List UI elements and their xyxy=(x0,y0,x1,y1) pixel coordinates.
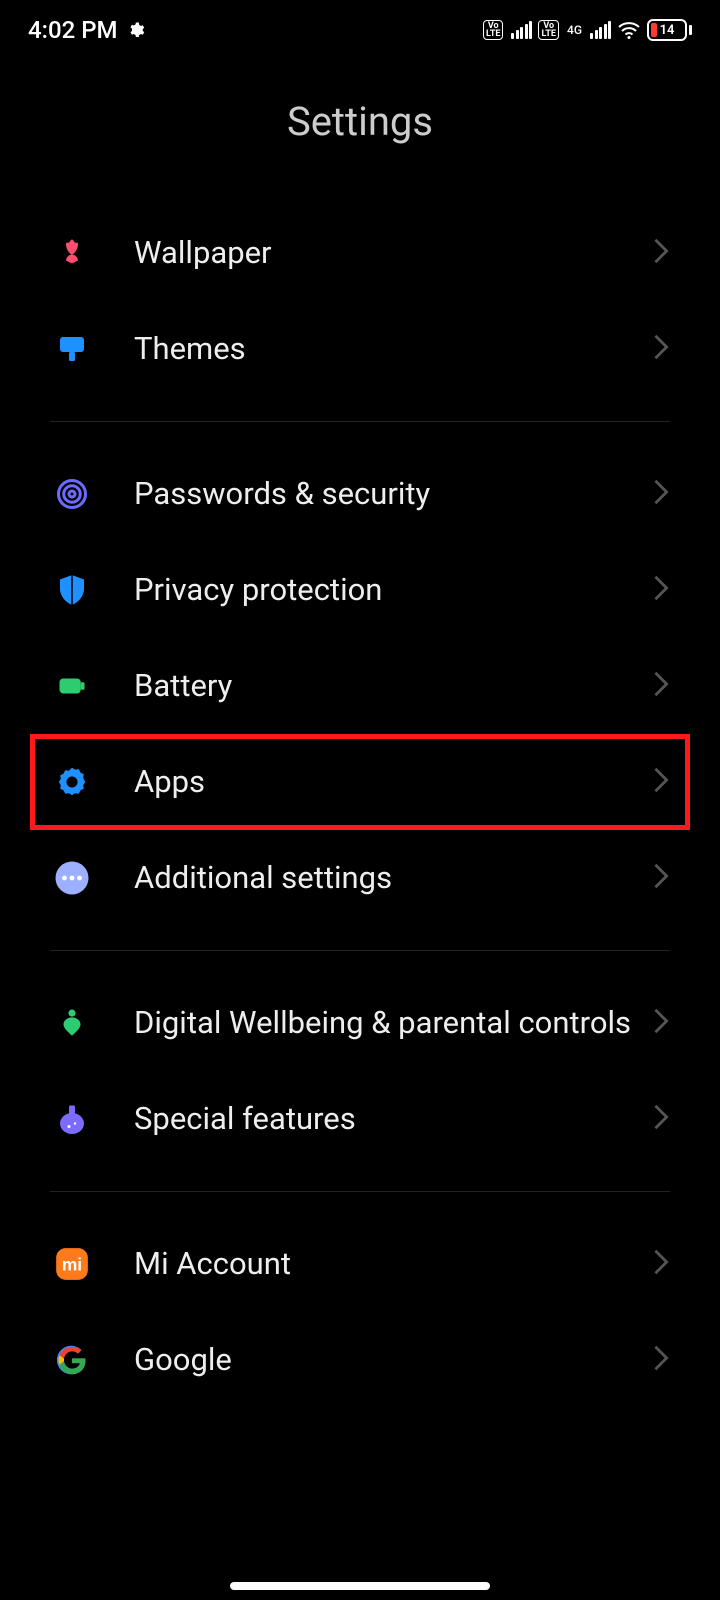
chevron-right-icon xyxy=(652,237,670,269)
status-time: 4:02 PM xyxy=(28,16,118,44)
divider xyxy=(50,1191,670,1192)
fingerprint-icon xyxy=(50,472,94,516)
chevron-right-icon xyxy=(652,1344,670,1376)
status-right: VoLTE VoLTE 4G 14 xyxy=(483,19,692,41)
battery-icon: 14 xyxy=(647,19,692,41)
chevron-right-icon xyxy=(652,1103,670,1135)
home-indicator[interactable] xyxy=(230,1582,490,1590)
settings-item-label: Special features xyxy=(134,1100,652,1139)
google-icon xyxy=(50,1338,94,1382)
settings-item-label: Additional settings xyxy=(134,859,652,898)
settings-item-google[interactable]: Google xyxy=(0,1312,720,1382)
mi-icon: mi xyxy=(50,1242,94,1286)
settings-item-label: Apps xyxy=(134,763,652,802)
settings-item-label: Digital Wellbeing & parental controls xyxy=(134,1004,652,1043)
chevron-right-icon xyxy=(652,478,670,510)
settings-item-wallpaper[interactable]: Wallpaper xyxy=(0,205,720,301)
settings-item-digital-wellbeing[interactable]: Digital Wellbeing & parental controls xyxy=(0,975,720,1071)
volte-icon: VoLTE xyxy=(538,20,559,40)
settings-item-label: Passwords & security xyxy=(134,475,652,514)
volte-icon: VoLTE xyxy=(483,20,504,40)
settings-item-apps[interactable]: Apps xyxy=(0,734,720,830)
network-label: 4G xyxy=(567,25,582,35)
chevron-right-icon xyxy=(652,766,670,798)
settings-list: Wallpaper Themes Passwords & security Pr… xyxy=(0,205,720,1382)
settings-item-label: Google xyxy=(134,1341,652,1380)
status-left: 4:02 PM xyxy=(28,16,146,44)
settings-item-label: Wallpaper xyxy=(134,234,652,273)
divider xyxy=(50,421,670,422)
settings-item-additional-settings[interactable]: Additional settings xyxy=(0,830,720,926)
chevron-right-icon xyxy=(652,1007,670,1039)
themes-icon xyxy=(50,327,94,371)
settings-item-passwords-security[interactable]: Passwords & security xyxy=(0,446,720,542)
chevron-right-icon xyxy=(652,862,670,894)
signal-icon xyxy=(590,21,611,39)
settings-item-label: Battery xyxy=(134,667,652,706)
flask-icon xyxy=(50,1097,94,1141)
chevron-right-icon xyxy=(652,1248,670,1280)
settings-item-label: Themes xyxy=(134,330,652,369)
shield-icon xyxy=(50,568,94,612)
settings-item-special-features[interactable]: Special features xyxy=(0,1071,720,1167)
battery-percentage: 14 xyxy=(649,23,685,38)
divider xyxy=(50,950,670,951)
wellbeing-icon xyxy=(50,1001,94,1045)
chevron-right-icon xyxy=(652,574,670,606)
wifi-icon xyxy=(617,20,641,40)
settings-item-battery[interactable]: Battery xyxy=(0,638,720,734)
settings-item-privacy-protection[interactable]: Privacy protection xyxy=(0,542,720,638)
gear-icon xyxy=(126,20,146,40)
chevron-right-icon xyxy=(652,333,670,365)
wallpaper-icon xyxy=(50,231,94,275)
battery-icon xyxy=(50,664,94,708)
settings-item-mi-account[interactable]: mi Mi Account xyxy=(0,1216,720,1312)
status-bar: 4:02 PM VoLTE VoLTE 4G 14 xyxy=(0,0,720,60)
page-title: Settings xyxy=(0,98,720,145)
settings-item-themes[interactable]: Themes xyxy=(0,301,720,397)
settings-item-label: Mi Account xyxy=(134,1245,652,1284)
settings-item-label: Privacy protection xyxy=(134,571,652,610)
apps-gear-icon xyxy=(50,760,94,804)
svg-text:mi: mi xyxy=(62,1254,82,1274)
chevron-right-icon xyxy=(652,670,670,702)
signal-icon xyxy=(511,21,532,39)
dots-icon xyxy=(50,856,94,900)
